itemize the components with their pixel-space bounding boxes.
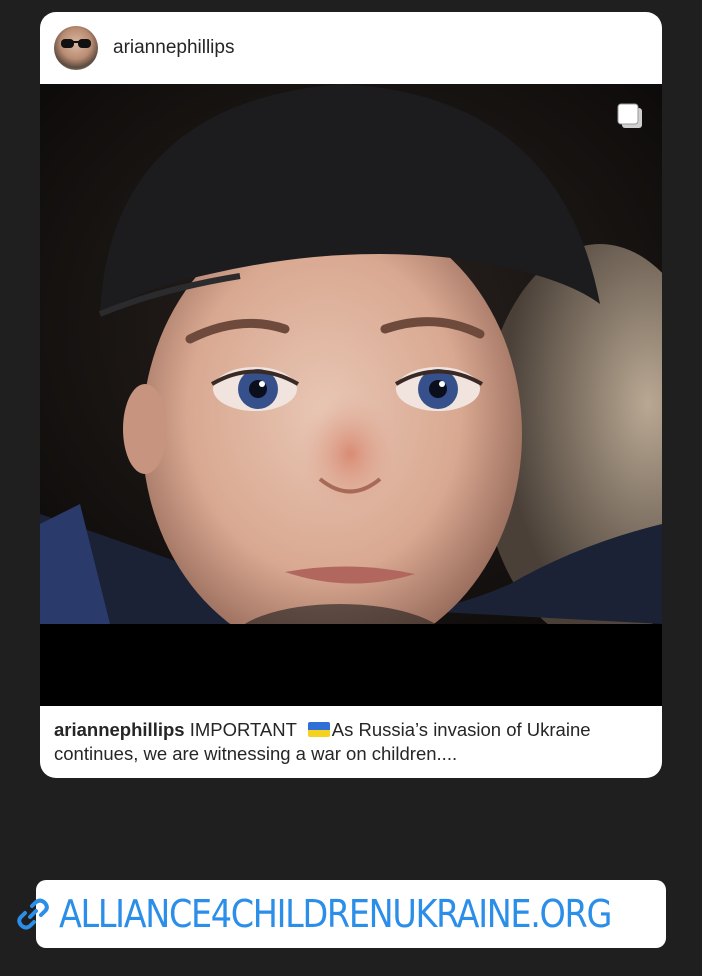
caption-text-important: IMPORTANT xyxy=(189,719,297,740)
post-caption: ariannephillips IMPORTANT As Russia’s in… xyxy=(54,718,650,766)
carousel-icon xyxy=(617,103,642,128)
ukraine-flag-icon xyxy=(307,722,330,737)
avatar[interactable] xyxy=(54,26,98,70)
sunglasses-icon xyxy=(61,39,91,48)
caption-username[interactable]: ariannephillips xyxy=(54,719,185,740)
child-portrait-photo xyxy=(40,84,662,624)
link-sticker[interactable]: ALLIANCE4CHILDRENUKRAINE.ORG xyxy=(17,880,666,948)
story-view: ariannephillips ariannephillips IMPORTAN… xyxy=(0,0,702,976)
post-header: ariannephillips xyxy=(40,12,662,84)
post-username[interactable]: ariannephillips xyxy=(113,37,234,59)
link-icon xyxy=(17,898,50,930)
shared-post-card[interactable]: ariannephillips ariannephillips IMPORTAN… xyxy=(40,12,662,778)
link-sticker-label[interactable]: ALLIANCE4CHILDRENUKRAINE.ORG xyxy=(59,892,612,936)
post-image[interactable] xyxy=(40,84,662,706)
